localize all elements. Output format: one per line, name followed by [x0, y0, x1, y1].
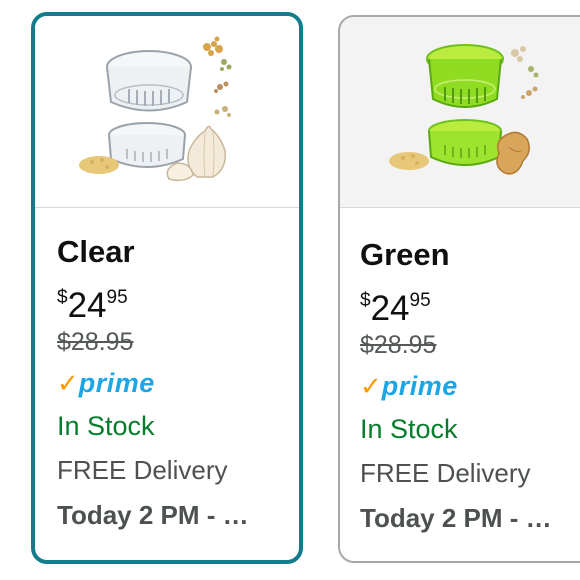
prime-badge: ✓prime [360, 365, 580, 407]
garlic-press-clear-image [79, 36, 232, 181]
delivery-date: Today 2 PM - … [360, 503, 552, 533]
variant-card-green[interactable]: Green $2495 $28.95 ✓prime In Stock FREE … [338, 15, 580, 563]
price-symbol: $ [360, 290, 371, 311]
availability-status: In Stock [360, 414, 458, 444]
variant-name: Clear [57, 234, 135, 269]
list-price: $28.95 [360, 331, 437, 359]
price-fraction: 95 [409, 290, 431, 311]
delivery-label: FREE Delivery [57, 455, 228, 485]
variant-swatch-row: Clear $2495 $28.95 ✓prime In Stock FREE … [0, 0, 580, 580]
variant-name: Green [360, 237, 450, 272]
prime-checkmark-icon: ✓ [360, 371, 382, 401]
variant-price: $2495 [360, 279, 580, 328]
price-whole: 24 [370, 289, 410, 328]
variant-info-clear: Clear $2495 $28.95 ✓prime In Stock FREE … [57, 228, 289, 538]
delivery-date: Today 2 PM - … [57, 500, 249, 530]
product-image-green [340, 17, 580, 208]
variant-info-green: Green $2495 $28.95 ✓prime In Stock FREE … [360, 231, 580, 541]
list-price: $28.95 [57, 328, 134, 356]
prime-badge: ✓prime [57, 362, 289, 404]
prime-label: prime [78, 368, 155, 398]
price-symbol: $ [57, 287, 68, 308]
price-fraction: 95 [106, 287, 128, 308]
prime-checkmark-icon: ✓ [57, 368, 79, 398]
price-whole: 24 [67, 286, 107, 325]
garlic-press-green-image [389, 44, 539, 175]
product-image-clear [35, 16, 299, 208]
variant-price: $2495 [57, 276, 289, 325]
delivery-label: FREE Delivery [360, 458, 531, 488]
availability-status: In Stock [57, 411, 155, 441]
prime-label: prime [381, 371, 458, 401]
variant-card-clear[interactable]: Clear $2495 $28.95 ✓prime In Stock FREE … [31, 12, 303, 564]
